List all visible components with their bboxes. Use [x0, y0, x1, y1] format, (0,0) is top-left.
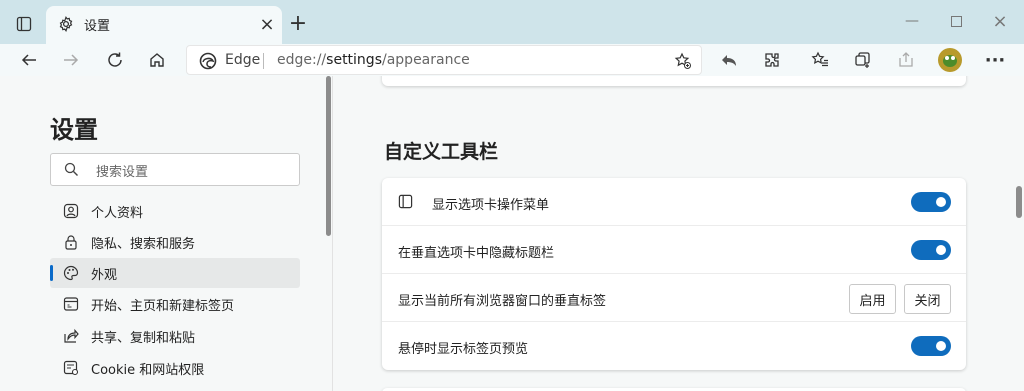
previous-card	[382, 76, 966, 86]
setting-row-tab-actions-menu: 显示选项卡操作菜单	[382, 178, 966, 226]
edge-logo-icon	[199, 52, 217, 74]
site-permissions-icon	[62, 359, 80, 377]
sidebar-item-privacy[interactable]: 隐私、搜索和服务	[50, 227, 300, 257]
tab-actions-icon[interactable]	[12, 12, 36, 36]
lock-icon	[62, 233, 80, 251]
sidebar-scrollbar[interactable]	[326, 76, 331, 236]
share-icon[interactable]	[891, 46, 921, 74]
sidebar-item-label: Cookie 和网站权限	[91, 363, 205, 378]
home-tab-icon	[62, 295, 80, 313]
hide-title-bar-toggle[interactable]	[911, 240, 951, 260]
enable-button[interactable]: 启用	[849, 284, 896, 314]
setting-row-vertical-tabs-all-windows: 显示当前所有浏览器窗口的垂直标签 启用 关闭	[382, 274, 966, 322]
sidebar-item-label: 外观	[91, 268, 118, 283]
title-bar: 设置 × + — ×	[0, 0, 1024, 44]
search-icon	[64, 162, 79, 181]
address-bar[interactable]: Edge edge://settings/appearance	[186, 45, 702, 75]
sidebar-item-share-copy-paste[interactable]: 共享、复制和粘贴	[50, 321, 300, 351]
settings-sidebar: 设置 搜索设置 个人资料 隐私、搜索和服务 外观 开始、主页和新建标签页 共享、…	[0, 76, 333, 391]
sidebar-item-label: 共享、复制和粘贴	[91, 331, 196, 346]
active-indicator	[50, 265, 53, 281]
home-icon[interactable]	[142, 46, 172, 74]
setting-label: 显示当前所有浏览器窗口的垂直标签	[398, 294, 607, 309]
close-window-icon[interactable]: ×	[985, 8, 1015, 34]
tab-actions-menu-toggle[interactable]	[911, 192, 951, 212]
setting-label: 悬停时显示标签页预览	[398, 342, 529, 357]
main-scrollbar[interactable]	[1016, 186, 1022, 218]
setting-row-hover-tab-preview: 悬停时显示标签页预览	[382, 322, 966, 370]
reply-icon[interactable]	[714, 46, 744, 74]
disable-button[interactable]: 关闭	[904, 284, 951, 314]
collections-icon[interactable]	[848, 46, 878, 74]
setting-label: 显示选项卡操作菜单	[432, 198, 550, 213]
address-divider	[263, 53, 264, 69]
toggle-knob	[936, 245, 946, 255]
sidebar-item-profiles[interactable]: 个人资料	[50, 196, 300, 226]
back-icon[interactable]	[14, 46, 44, 74]
search-input[interactable]: 搜索设置	[50, 153, 300, 186]
sidebar-item-label: 个人资料	[91, 206, 144, 221]
tab-settings[interactable]: 设置 ×	[46, 6, 282, 44]
site-identity: Edge	[225, 52, 261, 68]
refresh-icon[interactable]	[100, 46, 130, 74]
sidebar-title: 设置	[50, 116, 98, 144]
extensions-icon[interactable]	[757, 46, 787, 74]
more-options-icon[interactable]: ···	[980, 46, 1010, 74]
maximize-icon[interactable]	[941, 8, 971, 34]
search-placeholder: 搜索设置	[96, 165, 149, 180]
share-icon	[62, 327, 80, 345]
settings-main: 自定义工具栏 显示选项卡操作菜单 在垂直选项卡中隐藏标题栏 显示当前所有浏览器窗…	[334, 76, 1024, 391]
favorites-icon[interactable]	[805, 46, 835, 74]
sidebar-item-start-home-newtab[interactable]: 开始、主页和新建标签页	[50, 289, 300, 319]
sidebar-item-label: 开始、主页和新建标签页	[91, 299, 235, 314]
profile-icon	[62, 202, 80, 220]
sidebar-item-label: 隐私、搜索和服务	[91, 237, 196, 252]
palette-icon	[62, 264, 80, 282]
setting-row-hide-title-bar: 在垂直选项卡中隐藏标题栏	[382, 226, 966, 274]
tab-title: 设置	[84, 19, 111, 34]
tab-actions-icon	[398, 194, 413, 213]
minimize-icon[interactable]: —	[897, 8, 927, 34]
setting-label: 在垂直选项卡中隐藏标题栏	[398, 246, 555, 261]
avatar[interactable]	[938, 48, 962, 72]
close-tab-icon[interactable]: ×	[256, 13, 278, 35]
section-title: 自定义工具栏	[384, 141, 499, 163]
browser-window: 设置 × + — × Edge edge://settings/appearan…	[0, 0, 1024, 391]
url-text: edge://settings/appearance	[277, 52, 470, 68]
hover-tab-preview-toggle[interactable]	[911, 336, 951, 356]
toggle-knob	[936, 197, 946, 207]
sidebar-item-appearance[interactable]: 外观	[50, 258, 300, 288]
toolbar-settings-card: 显示选项卡操作菜单 在垂直选项卡中隐藏标题栏 显示当前所有浏览器窗口的垂直标签 …	[382, 178, 966, 370]
toolbar: Edge edge://settings/appearance ···	[0, 44, 1024, 76]
forward-icon[interactable]	[56, 46, 86, 74]
add-favorite-icon[interactable]	[671, 50, 695, 72]
settings-page: 设置 搜索设置 个人资料 隐私、搜索和服务 外观 开始、主页和新建标签页 共享、…	[0, 76, 1024, 391]
gear-icon	[58, 16, 74, 36]
new-tab-icon[interactable]: +	[285, 10, 311, 36]
toggle-knob	[936, 341, 946, 351]
sidebar-item-cookies-site-permissions[interactable]: Cookie 和网站权限	[50, 353, 300, 383]
